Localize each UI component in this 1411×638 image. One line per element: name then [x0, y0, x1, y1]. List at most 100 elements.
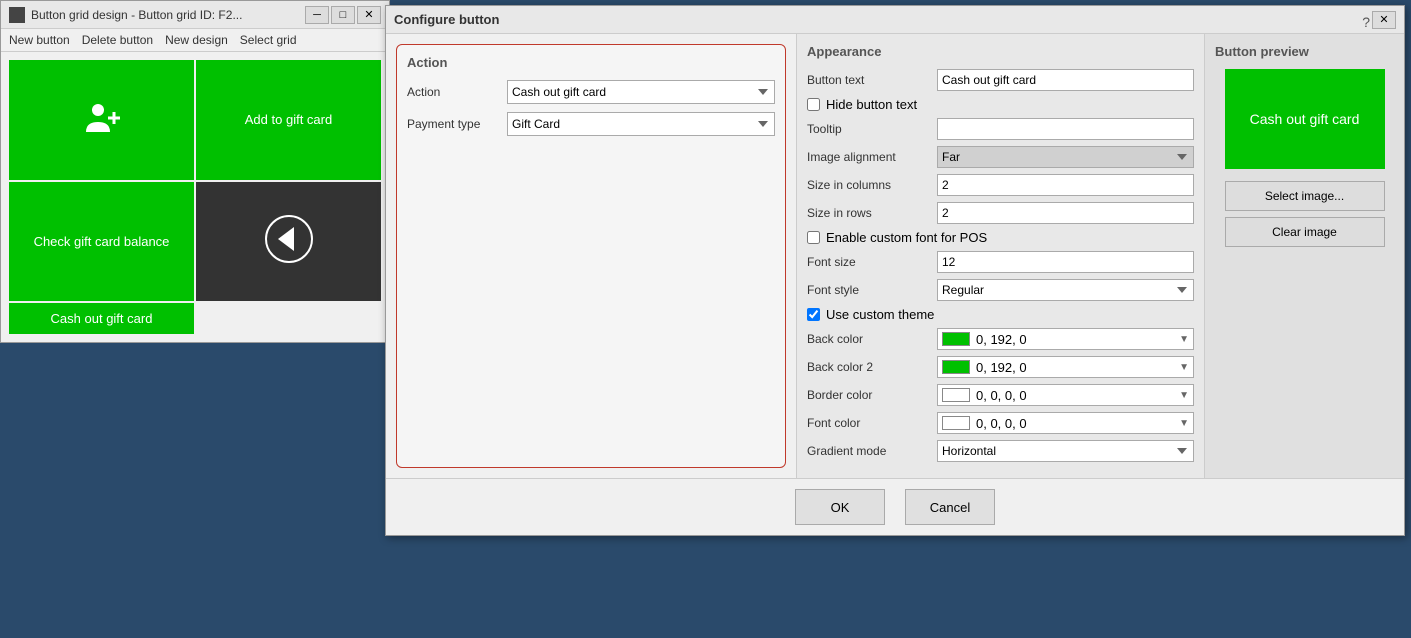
button-text-input[interactable] — [937, 69, 1194, 91]
dialog-main: Action Action Cash out gift card Add to … — [386, 34, 1404, 478]
ok-button[interactable]: OK — [795, 489, 885, 525]
menu-new-design[interactable]: New design — [165, 33, 228, 47]
minimize-button[interactable]: ─ — [305, 6, 329, 24]
select-image-button[interactable]: Select image... — [1225, 181, 1385, 211]
hide-button-text-row: Hide button text — [807, 97, 1194, 112]
configure-section-title: Action — [407, 55, 775, 70]
button-text-label: Button text — [807, 73, 937, 87]
clear-image-button[interactable]: Clear image — [1225, 217, 1385, 247]
size-columns-row: Size in columns — [807, 174, 1194, 196]
back-color-label: Back color — [807, 332, 937, 346]
tooltip-input[interactable] — [937, 118, 1194, 140]
border-color-row: Border color 0, 0, 0, 0 ▼ — [807, 384, 1194, 406]
custom-theme-checkbox[interactable] — [807, 308, 820, 321]
back-color2-row: Back color 2 0, 192, 0 ▼ — [807, 356, 1194, 378]
size-rows-label: Size in rows — [807, 206, 937, 220]
font-color-row: Font color 0, 0, 0, 0 ▼ — [807, 412, 1194, 434]
border-color-value: 0, 0, 0, 0 — [976, 388, 1027, 403]
appearance-section: Appearance Button text Hide button text … — [796, 34, 1204, 478]
font-style-row: Font style Regular Bold Italic Bold Ital… — [807, 279, 1194, 301]
size-columns-input[interactable] — [937, 174, 1194, 196]
grid-cell-3[interactable]: Check gift card balance — [9, 182, 194, 302]
font-size-label: Font size — [807, 255, 937, 269]
back-color2-label: Back color 2 — [807, 360, 937, 374]
border-color-arrow: ▼ — [1179, 390, 1189, 401]
gradient-mode-label: Gradient mode — [807, 444, 937, 458]
dialog-footer: OK Cancel — [386, 478, 1404, 535]
font-color-arrow: ▼ — [1179, 418, 1189, 429]
preview-button: Cash out gift card — [1225, 69, 1385, 169]
hide-button-text-checkbox[interactable] — [807, 98, 820, 111]
font-style-label: Font style — [807, 283, 937, 297]
cancel-button[interactable]: Cancel — [905, 489, 995, 525]
maximize-button[interactable]: □ — [331, 6, 355, 24]
grid-cell-4[interactable] — [196, 182, 381, 302]
gradient-mode-select[interactable]: Horizontal Vertical None — [937, 440, 1194, 462]
tooltip-row: Tooltip — [807, 118, 1194, 140]
action-field-row: Action Cash out gift card Add to gift ca… — [407, 80, 775, 104]
button-text-row: Button text — [807, 69, 1194, 91]
font-color-field[interactable]: 0, 0, 0, 0 ▼ — [937, 412, 1194, 434]
menu-select-grid[interactable]: Select grid — [240, 33, 297, 47]
button-grid: Add to gift card Check gift card balance… — [1, 52, 389, 342]
appearance-section-title: Appearance — [807, 44, 1194, 59]
size-rows-row: Size in rows — [807, 202, 1194, 224]
help-icon[interactable]: ? — [1362, 14, 1370, 30]
custom-font-label: Enable custom font for POS — [826, 230, 987, 245]
configure-dialog: Configure button ? ✕ Action Action Cash … — [385, 5, 1405, 536]
font-size-input[interactable] — [937, 251, 1194, 273]
payment-type-label: Payment type — [407, 117, 507, 131]
border-color-swatch — [942, 388, 970, 402]
back-color2-field[interactable]: 0, 192, 0 ▼ — [937, 356, 1194, 378]
preview-title: Button preview — [1215, 44, 1309, 59]
configure-section: Action Action Cash out gift card Add to … — [396, 44, 786, 468]
back-color-swatch — [942, 332, 970, 346]
border-color-field[interactable]: 0, 0, 0, 0 ▼ — [937, 384, 1194, 406]
image-alignment-row: Image alignment Far Near Center — [807, 146, 1194, 168]
menu-delete-button[interactable]: Delete button — [82, 33, 153, 47]
back-color2-swatch — [942, 360, 970, 374]
main-title-bar: Button grid design - Button grid ID: F2.… — [1, 1, 389, 29]
app-icon — [9, 7, 25, 23]
payment-type-select[interactable]: Gift Card Cash Credit Card — [507, 112, 775, 136]
size-columns-label: Size in columns — [807, 178, 937, 192]
grid-cell-1[interactable] — [9, 60, 194, 180]
dialog-close-button[interactable]: ✕ — [1372, 11, 1396, 29]
image-alignment-label: Image alignment — [807, 150, 937, 164]
back-color2-arrow: ▼ — [1179, 362, 1189, 373]
grid-cell-2[interactable]: Add to gift card — [196, 60, 381, 180]
back-color-row: Back color 0, 192, 0 ▼ — [807, 328, 1194, 350]
main-window: Button grid design - Button grid ID: F2.… — [0, 0, 390, 343]
action-label: Action — [407, 85, 507, 99]
hide-button-text-label: Hide button text — [826, 97, 917, 112]
back-color-value: 0, 192, 0 — [976, 332, 1027, 347]
size-rows-input[interactable] — [937, 202, 1194, 224]
custom-theme-label: Use custom theme — [826, 307, 934, 322]
font-color-value: 0, 0, 0, 0 — [976, 416, 1027, 431]
payment-type-field-row: Payment type Gift Card Cash Credit Card — [407, 112, 775, 136]
grid-cell-5[interactable]: Cash out gift card — [9, 303, 194, 334]
gradient-mode-row: Gradient mode Horizontal Vertical None — [807, 440, 1194, 462]
border-color-label: Border color — [807, 388, 937, 402]
tooltip-label: Tooltip — [807, 122, 937, 136]
menu-new-button[interactable]: New button — [9, 33, 70, 47]
back-color2-value: 0, 192, 0 — [976, 360, 1027, 375]
menu-bar: New button Delete button New design Sele… — [1, 29, 389, 52]
back-color-arrow: ▼ — [1179, 334, 1189, 345]
back-color-field[interactable]: 0, 192, 0 ▼ — [937, 328, 1194, 350]
dialog-title-bar: Configure button ? ✕ — [386, 6, 1404, 34]
preview-section: Button preview Cash out gift card Select… — [1204, 34, 1404, 478]
font-size-row: Font size — [807, 251, 1194, 273]
font-color-swatch — [942, 416, 970, 430]
action-select[interactable]: Cash out gift card Add to gift card Chec… — [507, 80, 775, 104]
image-alignment-select[interactable]: Far Near Center — [937, 146, 1194, 168]
custom-theme-row: Use custom theme — [807, 307, 1194, 322]
dialog-body: Action Action Cash out gift card Add to … — [386, 34, 1404, 535]
custom-font-row: Enable custom font for POS — [807, 230, 1194, 245]
main-window-title: Button grid design - Button grid ID: F2.… — [31, 8, 242, 22]
dialog-title: Configure button — [394, 12, 499, 27]
font-style-select[interactable]: Regular Bold Italic Bold Italic — [937, 279, 1194, 301]
close-button[interactable]: ✕ — [357, 6, 381, 24]
custom-font-checkbox[interactable] — [807, 231, 820, 244]
font-color-label: Font color — [807, 416, 937, 430]
